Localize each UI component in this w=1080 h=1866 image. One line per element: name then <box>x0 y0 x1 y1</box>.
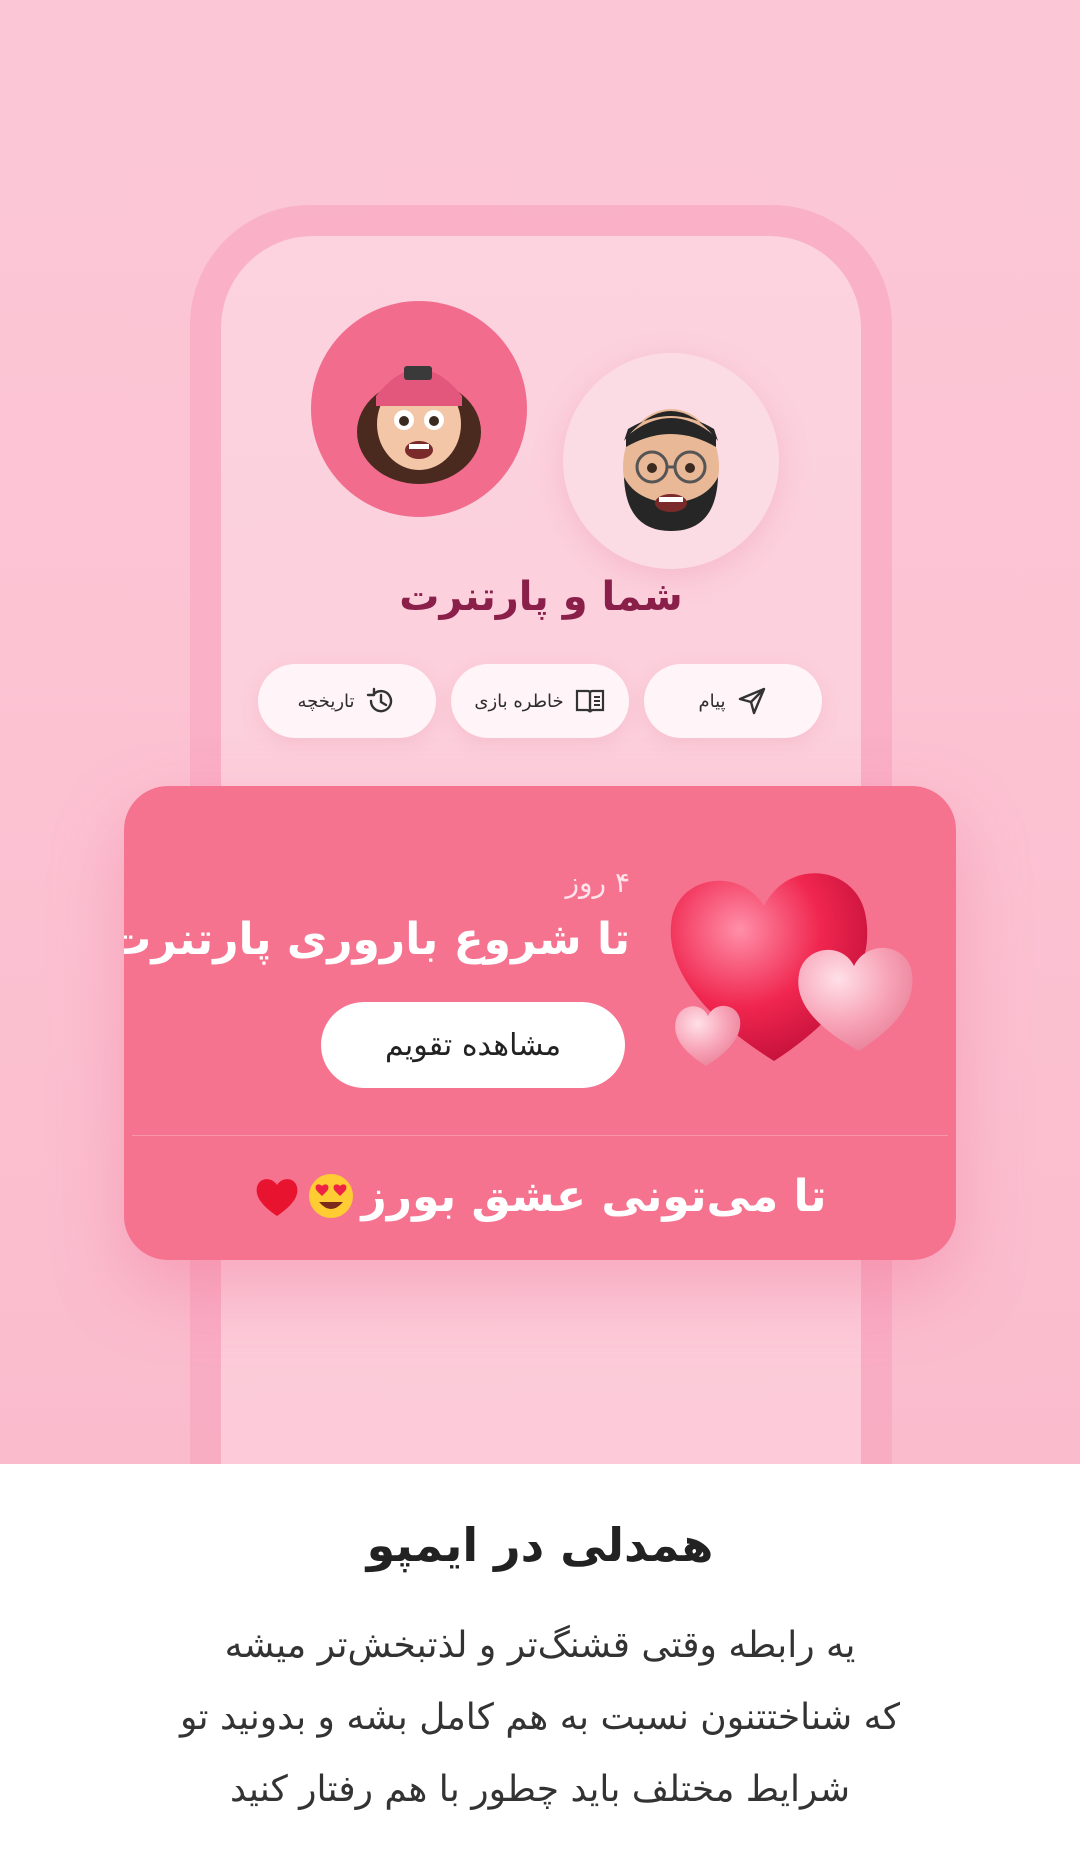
days-count: ۴ روز <box>565 866 630 899</box>
history-button[interactable]: تاریخچه <box>258 664 436 738</box>
description-line: شرایط مختلف باید چطور با هم رفتار کنید <box>229 1769 851 1810</box>
man-memoji-icon <box>623 409 719 531</box>
woman-memoji-icon <box>357 366 481 484</box>
partner-name-label: شما و پارتنرت <box>399 574 683 620</box>
fertility-card: ۴ روز تا شروع باروری پارتنرت مشاهده تقوی… <box>124 786 956 1260</box>
user-avatar[interactable] <box>563 353 779 569</box>
hero-section: شما و پارتنرت پیام خاطره بازی تاریخچه ۴ … <box>0 0 1080 1464</box>
memory-game-button-label: خاطره بازی <box>474 690 564 712</box>
section-heading: همدلی در ایمپو <box>366 1518 714 1572</box>
heart-eyes-emoji-icon <box>309 1174 354 1218</box>
description-line: که شناختتنون نسبت به هم کامل بشه و بدونی… <box>179 1697 901 1738</box>
card-footer: تا می‌تونی عشق بورز <box>124 1156 956 1236</box>
card-title: تا شروع باروری پارتنرت <box>124 914 630 965</box>
memory-game-button[interactable]: خاطره بازی <box>451 664 629 738</box>
history-icon <box>366 687 392 713</box>
hearts-illustration-icon <box>670 873 913 1066</box>
red-heart-emoji-icon <box>257 1179 298 1216</box>
send-icon <box>738 687 765 715</box>
book-icon <box>575 689 604 713</box>
card-divider <box>132 1135 948 1136</box>
description-line: یه رابطه وقتی قشنگ‌تر و لذتبخش‌تر میشه <box>224 1625 856 1666</box>
view-calendar-button[interactable]: مشاهده تقویم <box>321 1002 625 1088</box>
message-button-label: پیام <box>698 690 726 712</box>
partner-avatar[interactable] <box>311 301 527 517</box>
section-description: یه رابطه وقتی قشنگ‌تر و لذتبخش‌تر میشه ک… <box>60 1610 1020 1826</box>
history-button-label: تاریخچه <box>297 690 355 712</box>
love-message: تا می‌تونی عشق بورز <box>361 1170 827 1222</box>
message-button[interactable]: پیام <box>644 664 822 738</box>
